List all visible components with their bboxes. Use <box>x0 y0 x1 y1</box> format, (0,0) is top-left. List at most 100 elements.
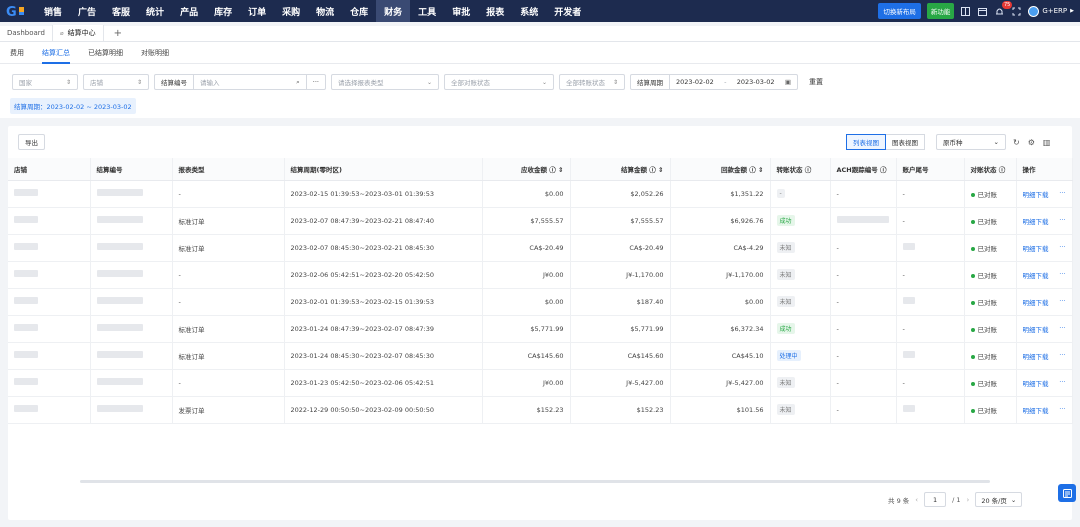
reset-button[interactable]: 重置 <box>809 77 823 87</box>
bell-icon[interactable]: 75 <box>994 0 1013 17</box>
nav-item[interactable]: 报表 <box>478 0 512 22</box>
user-menu[interactable]: G+ERP ▶ <box>1028 5 1074 17</box>
chevron-down-icon: ⌄ <box>426 78 432 86</box>
prev-page-icon[interactable]: ‹ <box>915 496 918 504</box>
more-icon[interactable]: ··· <box>1059 216 1065 224</box>
detail-download-link[interactable]: 明细下载 <box>1023 272 1049 280</box>
subtab[interactable]: 已结算明细 <box>88 42 123 64</box>
gear-icon[interactable]: ⚙ <box>1028 138 1035 147</box>
more-icon[interactable]: ··· <box>1059 405 1065 413</box>
sort-icon[interactable]: ⇕ <box>758 166 763 174</box>
detail-download-link[interactable]: 明细下载 <box>1023 326 1049 334</box>
nav-item[interactable]: 统计 <box>138 0 172 22</box>
period-range-picker[interactable]: 结算周期 2023-02-02 - 2023-03-02 ▣ <box>630 74 798 90</box>
sub-tabs: 费用 结算汇总 已结算明细 对账明细 <box>0 42 1080 64</box>
account-tail-cell <box>896 234 965 262</box>
returned-cell: $0.00 <box>670 288 771 316</box>
sort-icon[interactable]: ⇕ <box>658 166 663 174</box>
app-logo[interactable]: G <box>0 0 36 22</box>
detail-download-link[interactable]: 明细下载 <box>1023 218 1049 226</box>
nav-item[interactable]: 系统 <box>512 0 546 22</box>
more-icon[interactable]: ··· <box>1059 270 1065 278</box>
ops-cell: 明细下载 ··· <box>1016 207 1073 235</box>
page-input[interactable]: 1 <box>924 492 947 507</box>
calendar-icon[interactable] <box>977 6 988 17</box>
nav-item[interactable]: 客服 <box>104 0 138 22</box>
nav-item[interactable]: 工具 <box>410 0 444 22</box>
fullscreen-icon[interactable] <box>1011 6 1022 17</box>
export-button[interactable]: 导出 <box>18 134 45 150</box>
nav-item[interactable]: 订单 <box>240 0 274 22</box>
detail-download-link[interactable]: 明细下载 <box>1023 380 1049 388</box>
nav-item[interactable]: 产品 <box>172 0 206 22</box>
ops-cell: 明细下载 ··· <box>1016 369 1073 397</box>
nav-item[interactable]: 财务 <box>376 0 411 22</box>
subtab[interactable]: 对账明细 <box>141 42 169 64</box>
settle-no-input[interactable]: 请输入 <box>200 77 220 87</box>
transfer-status-cell: - <box>770 180 831 208</box>
subtab[interactable]: 结算汇总 <box>42 42 70 64</box>
col-receivable[interactable]: 应收金额 ⓘ ⇕ <box>482 158 571 181</box>
nav-item[interactable]: 销售 <box>36 0 70 22</box>
tab-dashboard[interactable]: Dashboard <box>0 25 53 41</box>
calendar-icon[interactable]: ▣ <box>785 78 791 86</box>
col-returned[interactable]: 回款金额 ⓘ ⇕ <box>670 158 771 181</box>
recon-status-cell: 已对账 <box>964 342 1017 370</box>
nav-item[interactable]: 库存 <box>206 0 240 22</box>
period-start[interactable]: 2023-02-02 <box>676 78 714 86</box>
page-size-select[interactable]: 20 条/页 ⌄ <box>975 492 1023 507</box>
transfer-status-select[interactable]: 全部转账状态 ⇕ <box>559 74 625 90</box>
status-badge: 未知 <box>776 242 795 253</box>
more-icon[interactable]: ··· <box>1059 297 1065 305</box>
chart-view-button[interactable]: 图表视图 <box>886 134 925 150</box>
list-view-button[interactable]: 列表视图 <box>846 134 886 150</box>
nav-item[interactable]: 开发者 <box>546 0 589 22</box>
more-options-icon[interactable]: ··· <box>305 75 325 89</box>
nav-item[interactable]: 审批 <box>444 0 478 22</box>
settle-no-field[interactable]: 结算编号 请输入 ⌕ ··· <box>154 74 326 90</box>
store-select[interactable]: 店铺 ⇕ <box>83 74 149 90</box>
ops-cell: 明细下载 ··· <box>1016 261 1073 289</box>
store-placeholder: 店铺 <box>90 79 103 87</box>
add-tab-button[interactable]: + <box>104 25 132 41</box>
report-type-select[interactable]: 请选择报表类型 ⌄ <box>331 74 439 90</box>
sort-icon[interactable]: ⇕ <box>558 166 563 174</box>
detail-download-link[interactable]: 明细下载 <box>1023 245 1049 253</box>
search-icon[interactable]: ⌕ <box>296 78 300 87</box>
nav-item[interactable]: 采购 <box>274 0 308 22</box>
more-icon[interactable]: ··· <box>1059 324 1065 332</box>
nav-item[interactable]: 仓库 <box>342 0 376 22</box>
recon-status-select[interactable]: 全部对账状态 ⌄ <box>444 74 554 90</box>
detail-download-link[interactable]: 明细下载 <box>1023 353 1049 361</box>
columns-icon[interactable]: ▥ <box>1043 138 1051 147</box>
status-badge: 未知 <box>776 377 795 388</box>
floating-help-button[interactable] <box>1058 484 1076 502</box>
refresh-icon[interactable]: ↻ <box>1013 138 1020 147</box>
detail-download-link[interactable]: 明细下载 <box>1023 191 1049 199</box>
subtab[interactable]: 费用 <box>10 42 24 64</box>
report-type-cell: 标准订单 <box>172 207 285 235</box>
next-page-icon[interactable]: › <box>967 496 970 504</box>
detail-download-link[interactable]: 明细下载 <box>1023 407 1049 415</box>
recon-status-cell: 已对账 <box>964 261 1017 289</box>
settle-no-cell <box>90 207 173 235</box>
horizontal-scrollbar[interactable] <box>80 480 990 483</box>
table-row: 标准订单 2023-01-24 08:47:39~2023-02-07 08:47… <box>8 315 1073 343</box>
currency-select[interactable]: 原币种 ⌄ <box>936 134 1006 150</box>
tab-settlement-center[interactable]: ⌀ 结算中心 <box>52 25 104 41</box>
report-type-cell: 标准订单 <box>172 234 285 262</box>
more-icon[interactable]: ··· <box>1059 243 1065 251</box>
detail-download-link[interactable]: 明细下载 <box>1023 299 1049 307</box>
grid-icon[interactable] <box>960 6 971 17</box>
nav-item[interactable]: 物流 <box>308 0 342 22</box>
recon-status: 已对账 <box>977 244 998 253</box>
more-icon[interactable]: ··· <box>1059 351 1065 359</box>
col-settled[interactable]: 结算金额 ⓘ ⇕ <box>570 158 671 181</box>
more-icon[interactable]: ··· <box>1059 378 1065 386</box>
country-select[interactable]: 国家 ⇕ <box>12 74 78 90</box>
nav-item[interactable]: 广告 <box>70 0 104 22</box>
more-icon[interactable]: ··· <box>1059 189 1065 197</box>
switch-layout-button[interactable]: 切换新布局 <box>878 3 921 19</box>
new-features-button[interactable]: 新功能 <box>926 3 955 19</box>
period-end[interactable]: 2023-03-02 <box>737 78 775 86</box>
